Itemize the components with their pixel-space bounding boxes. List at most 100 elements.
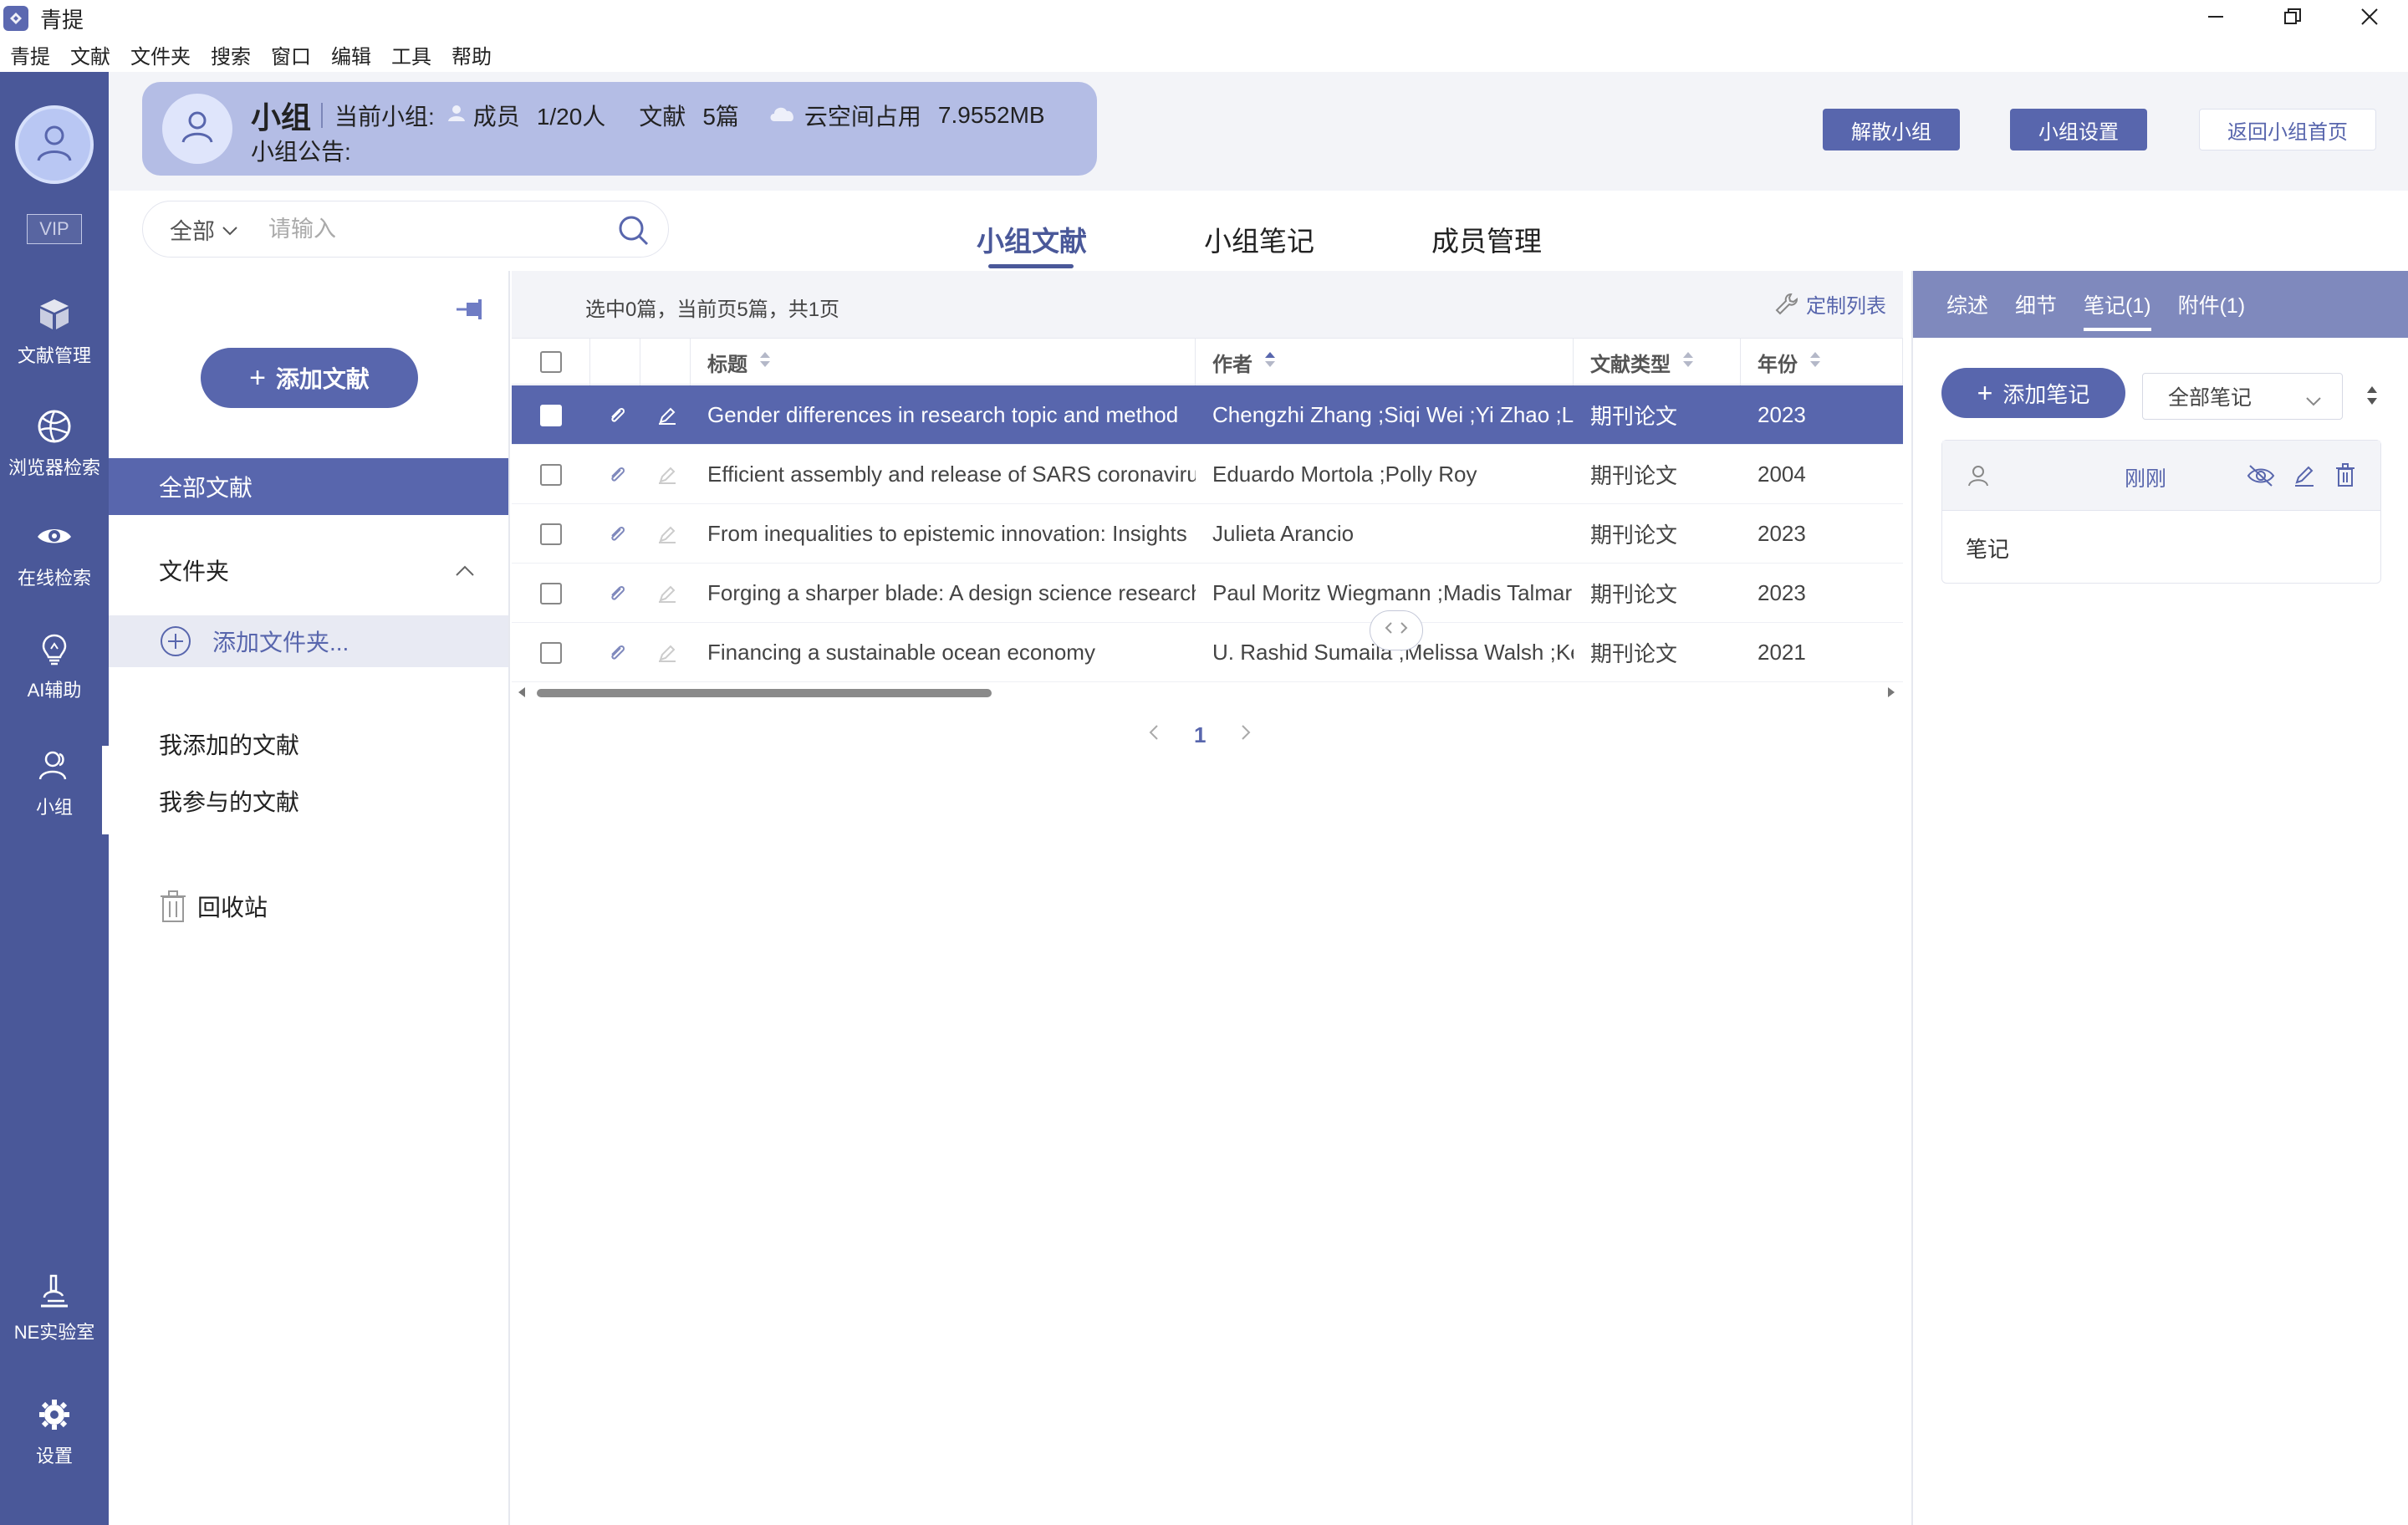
add-folder-button[interactable]: 添加文件夹... [109,615,508,667]
search-scope-select[interactable]: 全部 [170,213,238,246]
dissolve-group-button[interactable]: 解散小组 [1823,109,1960,150]
row-title: Efficient assembly and release of SARS c… [707,462,1196,487]
recycle-bin[interactable]: 回收站 [159,890,268,923]
paperclip-icon[interactable] [590,445,640,504]
next-page-icon[interactable] [1239,722,1252,748]
menu-tools[interactable]: 工具 [391,40,431,69]
pencil-icon[interactable] [640,385,691,445]
pin-icon[interactable] [455,296,488,329]
tab-overview[interactable]: 综述 [1946,289,1988,319]
note-filter-select[interactable]: 全部笔记 [2142,373,2343,420]
row-checkbox[interactable] [512,504,590,564]
folders-section-header[interactable]: 文件夹 [109,542,508,599]
tab-details[interactable]: 细节 [2015,289,2057,319]
menu-folder[interactable]: 文件夹 [130,40,191,69]
pencil-icon[interactable] [640,623,691,682]
eye-icon [34,517,74,557]
add-note-button[interactable]: + 添加笔记 [1941,368,2125,418]
row-checkbox[interactable] [512,564,590,623]
tab-member-management[interactable]: 成员管理 [1431,219,1542,259]
tab-active-underline [988,264,1074,268]
note-card-header: 刚刚 [1942,441,2380,511]
nav-item-ne-lab[interactable]: NE实验室 [0,1271,109,1344]
folder-all-literature[interactable]: 全部文献 [109,458,508,515]
customize-list-label: 定制列表 [1806,295,1886,318]
panel-toggle-handle[interactable] [1370,610,1423,650]
pencil-icon[interactable] [2293,464,2315,492]
menu-qingti[interactable]: 青提 [10,40,50,69]
select-all-checkbox[interactable] [512,339,590,385]
paperclip-icon[interactable] [590,504,640,564]
group-settings-button[interactable]: 小组设置 [2010,109,2147,150]
restore-button[interactable] [2254,0,2331,37]
plus-icon: + [1977,377,1993,408]
nav-item-ai-assist[interactable]: AI辅助 [0,629,109,702]
user-avatar[interactable] [15,105,94,184]
column-header-year[interactable]: 年份 [1741,339,1903,385]
tab-notes[interactable]: 笔记(1) [2084,289,2151,331]
trash-icon[interactable] [2335,462,2355,492]
column-header-type[interactable]: 文献类型 [1574,339,1741,385]
cube-icon [34,294,74,334]
wrench-icon [1774,292,1799,317]
paperclip-icon[interactable] [590,385,640,445]
row-type: 期刊论文 [1590,404,1678,429]
menu-window[interactable]: 窗口 [271,40,311,69]
pencil-icon[interactable] [640,445,691,504]
table-row[interactable]: Gender differences in research topic and… [512,385,1903,445]
add-literature-button[interactable]: + 添加文献 [201,348,418,408]
table-row[interactable]: Efficient assembly and release of SARS c… [512,445,1903,504]
search-icon[interactable] [618,215,650,251]
back-to-group-home-button[interactable]: 返回小组首页 [2199,109,2376,150]
row-title: Gender differences in research topic and… [707,402,1179,427]
prev-page-icon[interactable] [1147,722,1161,748]
close-button[interactable] [2331,0,2408,37]
minimize-button[interactable] [2177,0,2254,37]
pencil-icon[interactable] [640,564,691,623]
customize-list-button[interactable]: 定制列表 [1774,289,1886,319]
nav-item-settings[interactable]: 设置 [0,1395,109,1468]
eye-off-icon[interactable] [2247,464,2275,492]
scroll-left-icon[interactable] [517,686,527,703]
my-involved-literature[interactable]: 我参与的文献 [159,784,299,818]
table-row[interactable]: From inequalities to epistemic innovatio… [512,504,1903,564]
nav-item-group[interactable]: 小组 [0,746,109,819]
nav-label: AI辅助 [27,680,82,701]
paperclip-icon[interactable] [590,623,640,682]
vip-badge[interactable]: VIP [27,214,82,244]
paperclip-icon[interactable] [590,564,640,623]
chevron-down-icon [222,217,238,242]
column-header-author[interactable]: 作者 [1196,339,1574,385]
menu-help[interactable]: 帮助 [452,40,492,69]
nav-item-literature[interactable]: 文献管理 [0,294,109,368]
search-input[interactable] [268,216,578,242]
member-icon [446,102,467,129]
tab-group-literature[interactable]: 小组文献 [977,219,1087,259]
table-row[interactable]: Forging a sharper blade: A design scienc… [512,564,1903,623]
sort-order-icon[interactable] [2365,383,2380,412]
scrollbar-thumb[interactable] [537,689,992,697]
scroll-right-icon[interactable] [1886,686,1896,703]
chevron-up-icon [455,557,475,584]
horizontal-scrollbar[interactable] [512,682,1903,702]
nav-label: 文献管理 [17,345,91,366]
row-checkbox[interactable] [512,445,590,504]
menu-edit[interactable]: 编辑 [331,40,371,69]
note-card[interactable]: 刚刚 笔记 [1941,440,2381,584]
row-checkbox[interactable] [512,385,590,445]
pencil-icon[interactable] [640,504,691,564]
nav-item-browser-search[interactable]: 浏览器检索 [0,406,109,480]
tab-attachments[interactable]: 附件(1) [2178,289,2246,319]
literature-list: 选中0篇，当前页5篇，共1页 定制列表 标题 作者 文献类型 年份 Gender… [512,271,1903,1525]
table-row[interactable]: Financing a sustainable ocean economy U.… [512,623,1903,682]
tab-group-notes[interactable]: 小组笔记 [1204,219,1314,259]
menu-search[interactable]: 搜索 [211,40,251,69]
menu-literature[interactable]: 文献 [70,40,110,69]
nav-item-online-search[interactable]: 在线检索 [0,517,109,590]
column-header-title[interactable]: 标题 [691,339,1196,385]
row-checkbox[interactable] [512,623,590,682]
lightbulb-icon [34,629,74,669]
my-added-literature[interactable]: 我添加的文献 [159,727,299,761]
page-number[interactable]: 1 [1194,722,1206,748]
app-logo-icon [3,6,28,31]
